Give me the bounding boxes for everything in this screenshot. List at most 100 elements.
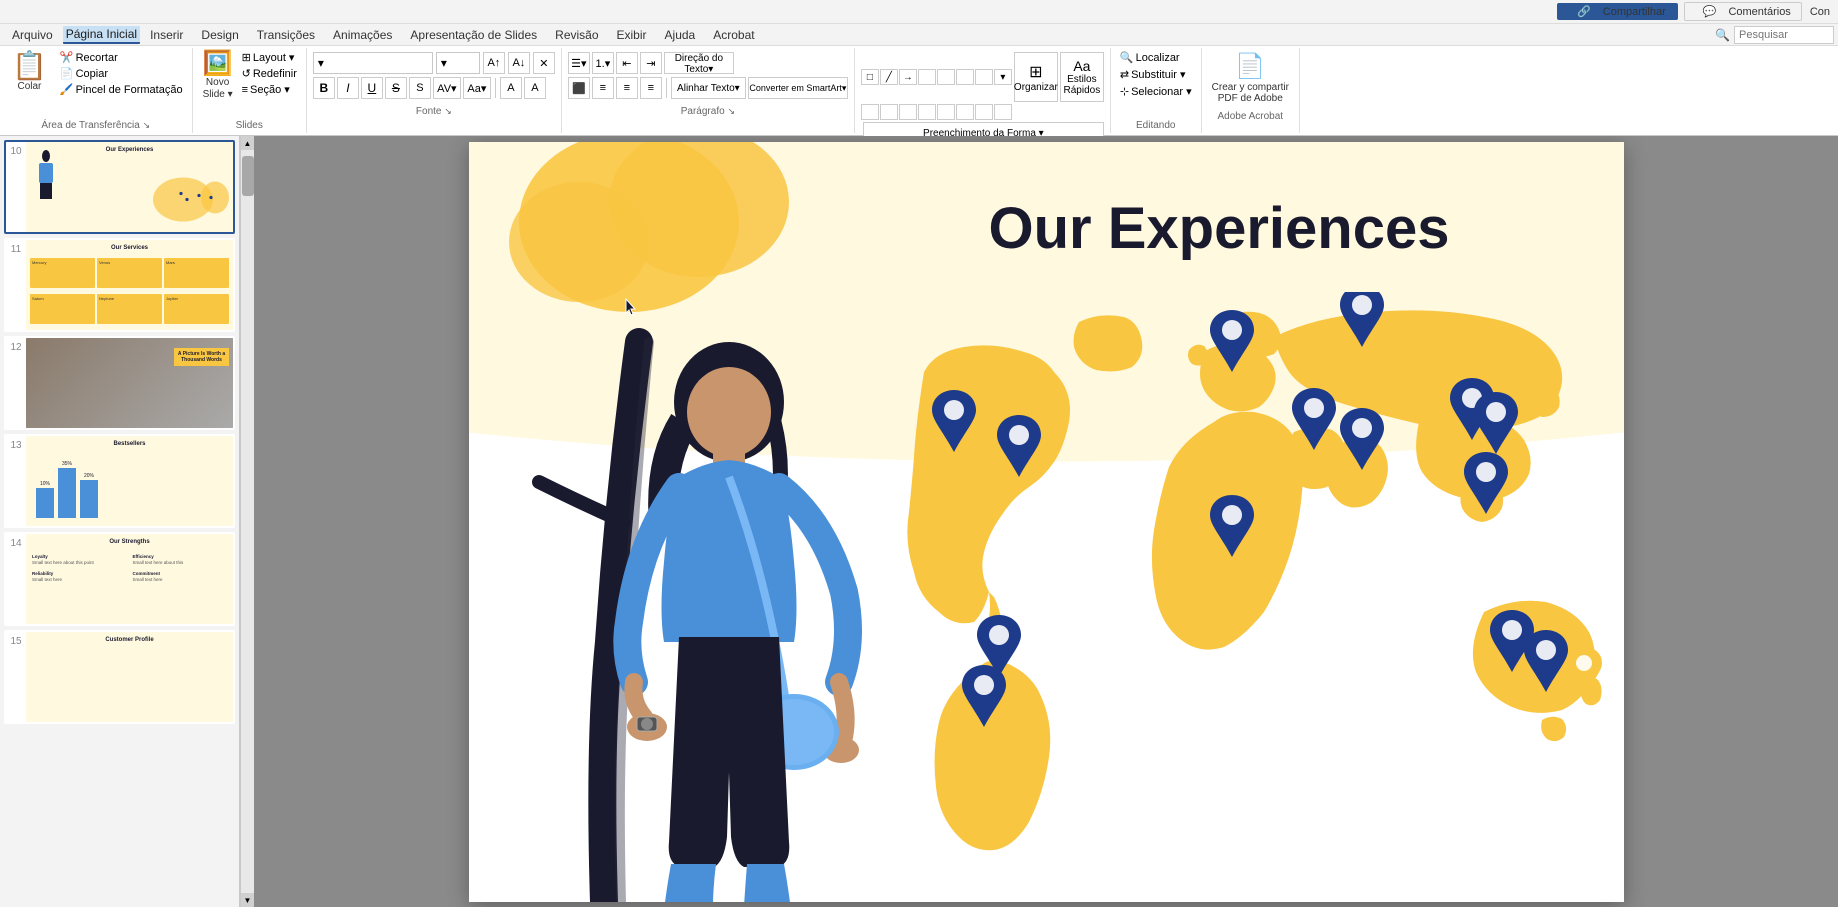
bullets-button[interactable]: ☰▾: [568, 52, 590, 74]
font-size-input[interactable]: ▾: [436, 52, 480, 74]
drawing-group: □ ╱ → ▾ ⊞ Organizar Aa Estilos Rápidos: [855, 48, 1111, 133]
shape-7[interactable]: [880, 104, 898, 120]
increase-font-button[interactable]: A↑: [483, 52, 505, 74]
replace-button[interactable]: ⇄ Substituir ▾: [1117, 67, 1189, 82]
comment-button[interactable]: 💬 Comentários: [1684, 2, 1802, 21]
editing-group: 🔍 Localizar ⇄ Substituir ▾ ⊹ Selecionar …: [1111, 48, 1202, 133]
menu-pagina-inicial[interactable]: Página Inicial: [63, 26, 140, 44]
highlight-button[interactable]: A: [500, 77, 522, 99]
shape-8[interactable]: [899, 104, 917, 120]
italic-button[interactable]: I: [337, 77, 359, 99]
justify-button[interactable]: ≡: [640, 77, 662, 99]
slide-thumb-12[interactable]: 12 A Picture Is Worth a Thousand Words: [4, 336, 235, 430]
decrease-indent-button[interactable]: ⇤: [616, 52, 638, 74]
shape-rect[interactable]: □: [861, 69, 879, 85]
section-icon: ≡: [242, 84, 248, 96]
shape-5[interactable]: [975, 69, 993, 85]
menu-apresentacao[interactable]: Apresentação de Slides: [402, 26, 545, 44]
convert-smartart-button[interactable]: Converter em SmartArt▾: [748, 77, 848, 99]
text-direction-button[interactable]: Direção do Texto▾: [664, 52, 734, 74]
menu-animacoes[interactable]: Animações: [325, 26, 400, 44]
slide-thumb-11[interactable]: 11 Our Services Mercury Venus Mars Satur…: [4, 238, 235, 332]
acrobat-button[interactable]: 📄 Crear y compartirPDF de Adobe: [1208, 50, 1293, 106]
copy-button[interactable]: 📄 Copiar: [57, 66, 186, 81]
slide-thumb-14[interactable]: 14 Our Strengths Loyalty Small text here…: [4, 532, 235, 626]
title-right-text: Con: [1810, 6, 1830, 18]
scroll-up-button[interactable]: ▲: [241, 136, 255, 150]
char-spacing-button[interactable]: AV▾: [433, 77, 461, 99]
select-button[interactable]: ⊹ Selecionar ▾: [1117, 84, 1195, 99]
ribbon-right-icons: 🔍: [1715, 26, 1834, 44]
shape-10[interactable]: [937, 104, 955, 120]
shape-3[interactable]: [937, 69, 955, 85]
select-icon: ⊹: [1120, 85, 1129, 98]
new-slide-icon: 🖼️: [203, 52, 233, 76]
slides-panel: 10 Our Experiences: [0, 136, 240, 907]
slides-col: ⊞ Layout ▾ ↺ Redefinir ≡ Seção ▾: [239, 50, 300, 97]
layout-button[interactable]: ⊞ Layout ▾: [239, 50, 300, 65]
shape-arrow[interactable]: →: [899, 69, 917, 85]
menu-bar: Arquivo Página Inicial Inserir Design Tr…: [0, 24, 1838, 46]
slide-thumb-15[interactable]: 15 Customer Profile: [4, 630, 235, 724]
shape-4[interactable]: [956, 69, 974, 85]
increase-indent-button[interactable]: ⇥: [640, 52, 662, 74]
scroll-thumb[interactable]: [242, 156, 254, 196]
bold-button[interactable]: B: [313, 77, 335, 99]
copy-icon: 📄: [60, 67, 74, 80]
slides-group: 🖼️ Novo Slide ▾ ⊞ Layout ▾ ↺ Redefinir ≡…: [193, 48, 307, 133]
slides-scrollbar[interactable]: ▲ ▼: [240, 136, 254, 907]
styles-icon: Aa: [1073, 58, 1090, 74]
paste-icon: 📋: [12, 52, 47, 80]
font-color-button[interactable]: A: [524, 77, 546, 99]
paste-button[interactable]: 📋 Colar: [6, 50, 53, 94]
shape-2[interactable]: [918, 69, 936, 85]
shape-9[interactable]: [918, 104, 936, 120]
menu-design[interactable]: Design: [193, 26, 246, 44]
menu-arquivo[interactable]: Arquivo: [4, 26, 61, 44]
shapes-more[interactable]: ▾: [994, 69, 1012, 85]
menu-revisao[interactable]: Revisão: [547, 26, 606, 44]
share-button[interactable]: 🔗 Compartilhar: [1557, 3, 1678, 20]
acrobat-icon: 📄: [1235, 52, 1265, 81]
menu-inserir[interactable]: Inserir: [142, 26, 191, 44]
arrange-button[interactable]: ⊞ Organizar: [1014, 52, 1058, 102]
ribbon: 📋 Colar ✂️ Recortar 📄 Copiar 🖌️ Pincel d…: [0, 46, 1838, 136]
replace-icon: ⇄: [1120, 68, 1129, 81]
menu-transicoes[interactable]: Transições: [249, 26, 323, 44]
slide-thumb-13[interactable]: 13 Bestsellers 10% 35% 20%: [4, 434, 235, 528]
search-input[interactable]: [1734, 26, 1834, 44]
acrobat-group: 📄 Crear y compartirPDF de Adobe Adobe Ac…: [1202, 48, 1300, 133]
menu-acrobat[interactable]: Acrobat: [705, 26, 762, 44]
decrease-font-button[interactable]: A↓: [508, 52, 530, 74]
shape-6[interactable]: [861, 104, 879, 120]
shape-line[interactable]: ╱: [880, 69, 898, 85]
format-painter-button[interactable]: 🖌️ Pincel de Formatação: [57, 82, 186, 97]
shape-12[interactable]: [975, 104, 993, 120]
section-button[interactable]: ≡ Seção ▾: [239, 82, 300, 97]
align-left-button[interactable]: ⬛: [568, 77, 590, 99]
align-text-button[interactable]: Alinhar Texto▾: [671, 77, 746, 99]
new-slide-button[interactable]: 🖼️ Novo Slide ▾: [199, 50, 237, 102]
align-center-button[interactable]: ≡: [592, 77, 614, 99]
font-case-button[interactable]: Aa▾: [463, 77, 491, 99]
styles-button[interactable]: Aa Estilos Rápidos: [1060, 52, 1104, 102]
menu-ajuda[interactable]: Ajuda: [657, 26, 704, 44]
slide-canvas[interactable]: Our Experiences: [469, 142, 1624, 902]
clear-format-button[interactable]: ✕: [533, 52, 555, 74]
shape-11[interactable]: [956, 104, 974, 120]
align-right-button[interactable]: ≡: [616, 77, 638, 99]
shape-13[interactable]: [994, 104, 1012, 120]
slide-thumb-10[interactable]: 10 Our Experiences: [4, 140, 235, 234]
scroll-down-button[interactable]: ▼: [241, 893, 255, 907]
strikethrough-button[interactable]: S: [385, 77, 407, 99]
reset-button[interactable]: ↺ Redefinir: [239, 66, 300, 81]
font-name-selector[interactable]: ▾: [313, 52, 433, 74]
underline-button[interactable]: U: [361, 77, 383, 99]
cut-button[interactable]: ✂️ Recortar: [57, 50, 186, 65]
menu-exibir[interactable]: Exibir: [609, 26, 655, 44]
find-button[interactable]: 🔍 Localizar: [1117, 50, 1183, 65]
numbering-button[interactable]: 1.▾: [592, 52, 614, 74]
main-area: 10 Our Experiences: [0, 136, 1838, 907]
person-illustration: [589, 342, 869, 902]
shadow-button[interactable]: S: [409, 77, 431, 99]
